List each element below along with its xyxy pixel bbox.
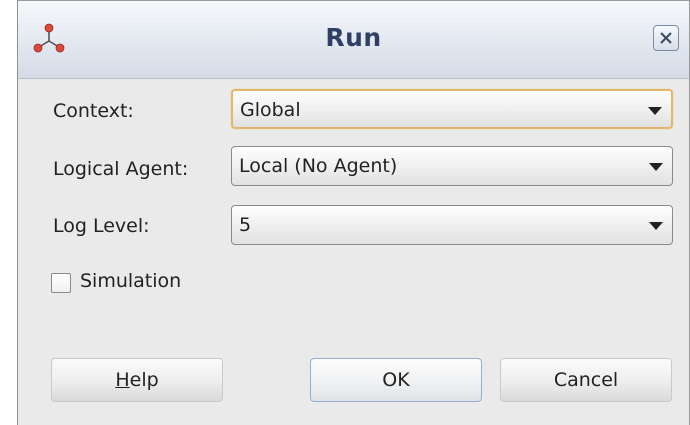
cancel-label: Cancel	[553, 369, 619, 391]
context-select[interactable]: Global	[231, 89, 673, 129]
context-label: Context:	[53, 100, 134, 122]
help-mnemonic: H	[115, 369, 130, 391]
logical-agent-label: Logical Agent:	[53, 158, 189, 180]
help-label: elp	[129, 369, 159, 391]
log-level-select[interactable]: 5	[231, 205, 673, 245]
log-level-label: Log Level:	[53, 215, 150, 237]
ok-label: OK	[382, 369, 410, 391]
dialog-title: Run	[325, 23, 382, 52]
simulation-checkbox[interactable]	[51, 273, 71, 293]
logical-agent-value: Local (No Agent)	[239, 155, 398, 177]
ok-button[interactable]: OK	[310, 358, 482, 402]
title-bar[interactable]: Run	[18, 1, 689, 79]
chevron-down-icon	[648, 107, 662, 115]
chevron-down-icon	[649, 163, 663, 171]
logical-agent-select[interactable]: Local (No Agent)	[231, 146, 673, 186]
context-value: Global	[240, 99, 301, 121]
help-button[interactable]: Help	[51, 358, 223, 402]
run-dialog: Run Context: Global Logical Agent: Local…	[17, 0, 690, 425]
close-icon	[660, 32, 672, 44]
simulation-label[interactable]: Simulation	[80, 270, 181, 292]
cancel-button[interactable]: Cancel	[500, 358, 672, 402]
log-level-value: 5	[239, 214, 252, 236]
chevron-down-icon	[649, 222, 663, 230]
close-button[interactable]	[653, 25, 679, 51]
